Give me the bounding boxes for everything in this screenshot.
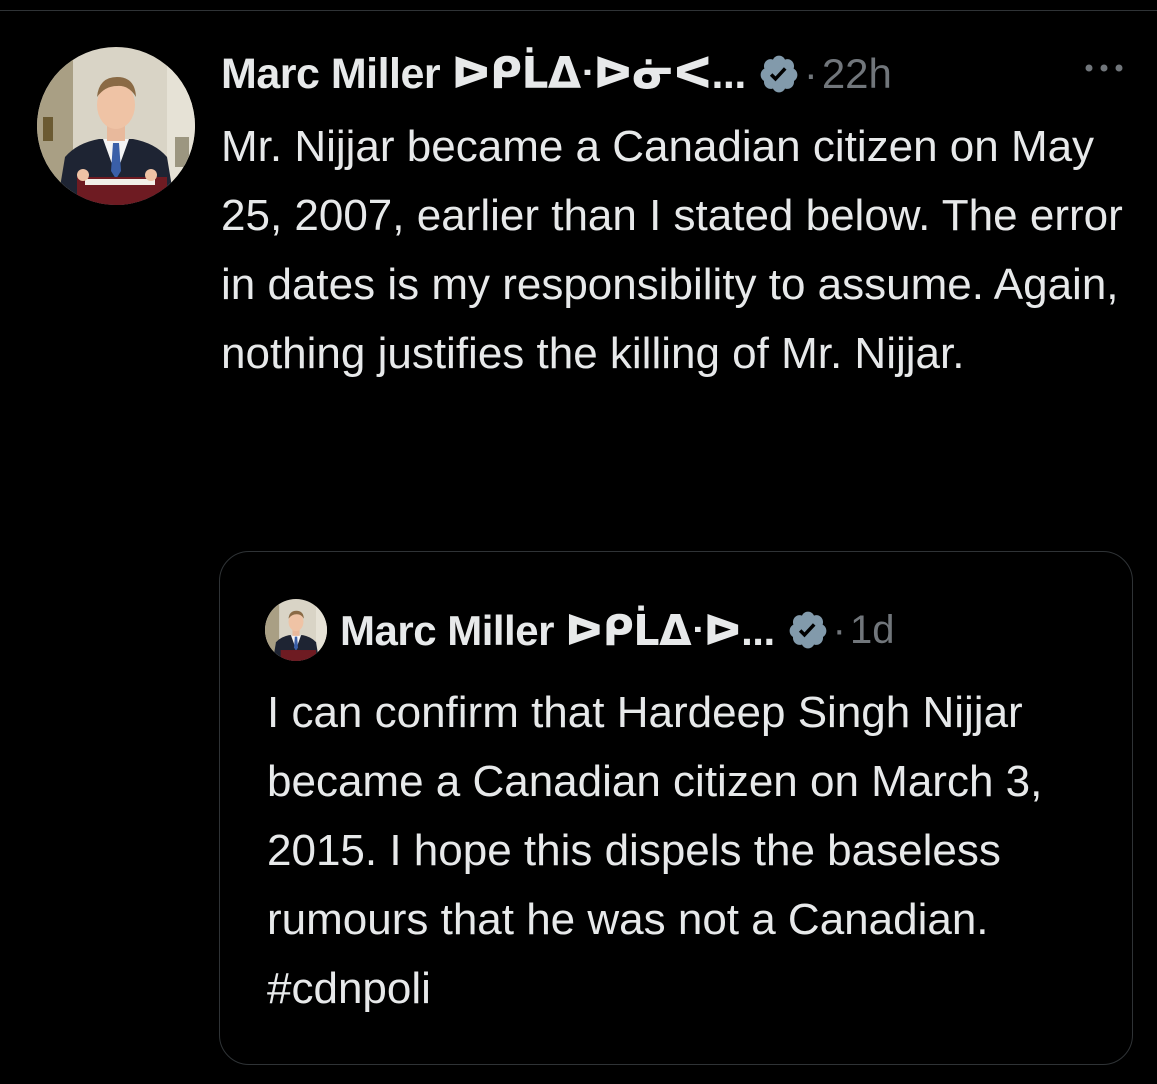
quote-timestamp: 1d bbox=[849, 607, 895, 652]
verified-badge-icon bbox=[758, 53, 800, 95]
quote-tweet-card[interactable]: Marc Miller ᐅᑭᒫᐃᐧᐅ... · 1d I can confirm… bbox=[219, 551, 1133, 1065]
top-divider bbox=[0, 10, 1157, 11]
tweet-separator: · bbox=[803, 50, 818, 97]
quote-header: Marc Miller ᐅᑭᒫᐃᐧᐅ... · 1d bbox=[340, 600, 894, 660]
quote-separator: · bbox=[832, 607, 846, 652]
quote-avatar bbox=[265, 599, 327, 661]
avatar[interactable] bbox=[37, 47, 195, 205]
tweet-header: Marc Miller ᐅᑭᒫᐃᐧᐅᓃᐸ... · 22h bbox=[221, 44, 892, 104]
verified-badge-icon bbox=[787, 609, 829, 651]
author-name[interactable]: Marc Miller ᐅᑭᒫᐃᐧᐅᓃᐸ... bbox=[221, 49, 746, 99]
tweet-timestamp[interactable]: 22h bbox=[822, 50, 892, 98]
tweet-text: Mr. Nijjar became a Canadian citizen on … bbox=[221, 122, 1123, 378]
quote-text: I can confirm that Hardeep Singh Nijjar … bbox=[267, 688, 1043, 1013]
quote-avatar-image bbox=[265, 599, 327, 661]
quote-author-name: Marc Miller ᐅᑭᒫᐃᐧᐅ... bbox=[340, 606, 775, 654]
avatar-image bbox=[37, 47, 195, 205]
more-horizontal-icon[interactable] bbox=[1082, 58, 1126, 78]
